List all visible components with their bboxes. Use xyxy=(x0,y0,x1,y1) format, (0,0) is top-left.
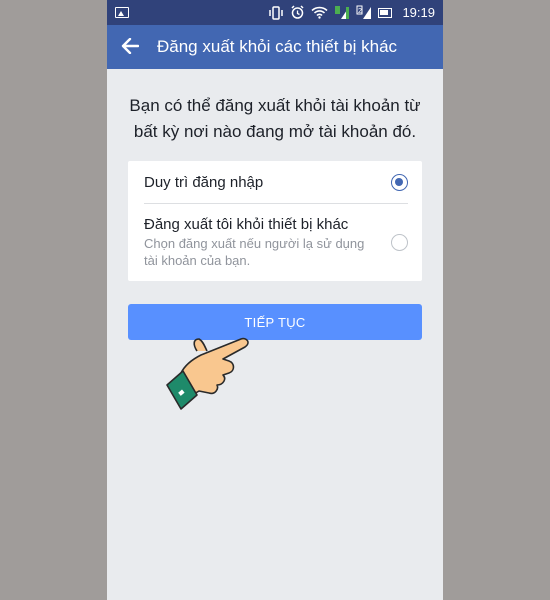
vibrate-icon xyxy=(268,5,284,21)
phone-screen: 2 19:19 Đăng xuất khỏi các thiết bị khác… xyxy=(107,0,443,600)
wifi-icon xyxy=(311,5,328,21)
battery-icon xyxy=(378,5,393,21)
option-title: Đăng xuất tôi khỏi thiết bị khác xyxy=(144,216,349,233)
radio-keep-logged-in[interactable] xyxy=(391,173,408,191)
pointing-hand-icon xyxy=(163,325,258,420)
app-bar: Đăng xuất khỏi các thiết bị khác xyxy=(107,25,443,69)
image-notification-icon xyxy=(115,7,129,18)
signal-sim1-icon xyxy=(334,5,350,21)
option-log-out-other-devices[interactable]: Đăng xuất tôi khỏi thiết bị khác Chọn đă… xyxy=(128,204,422,281)
alarm-icon xyxy=(290,5,305,21)
svg-text:2: 2 xyxy=(358,8,362,15)
back-arrow-icon[interactable] xyxy=(121,34,151,60)
options-card: Duy trì đăng nhập Đăng xuất tôi khỏi thi… xyxy=(128,161,422,281)
page-title: Đăng xuất khỏi các thiết bị khác xyxy=(157,37,398,56)
option-subtitle: Chọn đăng xuất nếu người lạ sử dụng tài … xyxy=(144,236,365,268)
option-keep-logged-in[interactable]: Duy trì đăng nhập xyxy=(128,161,422,203)
radio-log-out-other-devices[interactable] xyxy=(391,234,408,251)
intro-text: Bạn có thể đăng xuất khỏi tài khoản từ b… xyxy=(129,96,421,141)
status-time: 19:19 xyxy=(402,5,435,20)
status-bar: 2 19:19 xyxy=(107,0,443,25)
signal-sim2-icon: 2 xyxy=(356,5,372,21)
option-title: Duy trì đăng nhập xyxy=(144,173,264,191)
